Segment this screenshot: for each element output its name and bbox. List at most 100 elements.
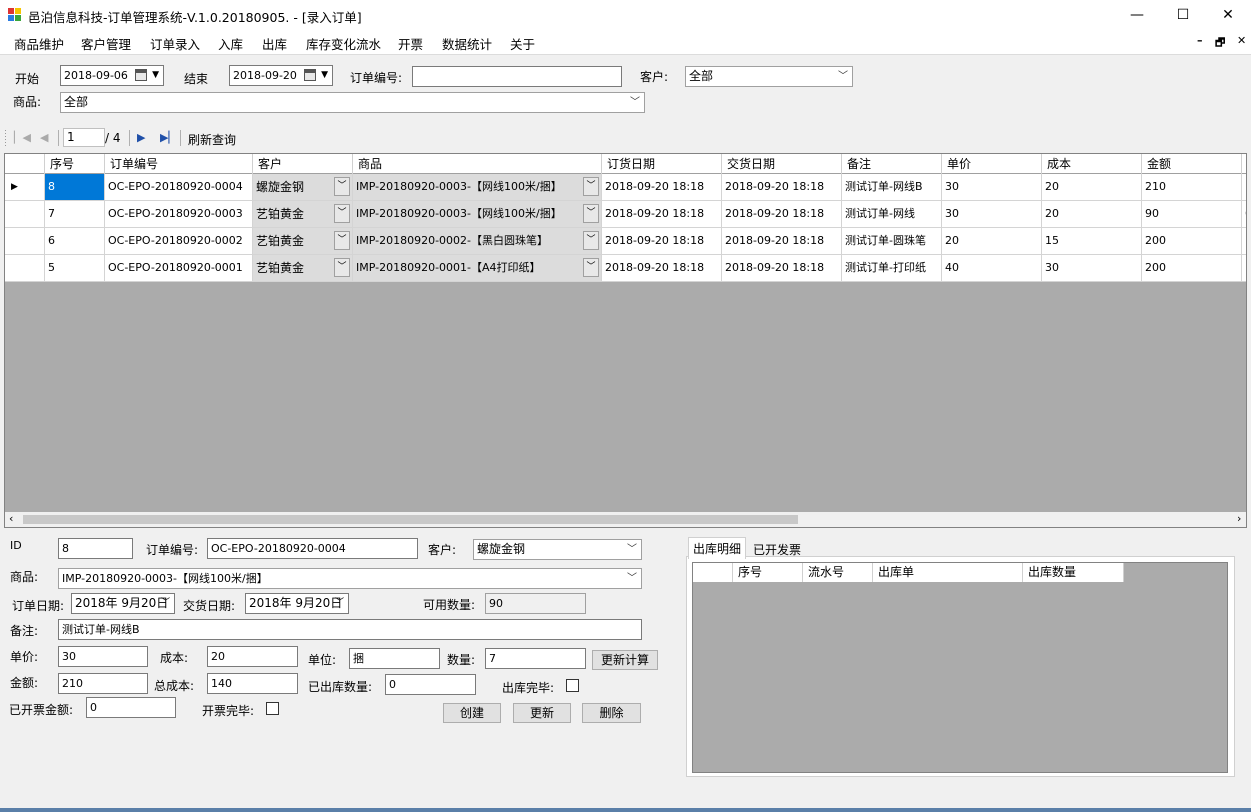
- col-header-cost[interactable]: 成本: [1042, 154, 1142, 174]
- product-filter-select[interactable]: 全部 ﹀: [60, 92, 645, 113]
- create-button[interactable]: 创建: [443, 703, 501, 723]
- col-header-shipped-qty[interactable]: 出库数量: [1023, 563, 1124, 582]
- col-header-serial-no[interactable]: 流水号: [803, 563, 873, 582]
- invoiced-amount-input[interactable]: 0: [86, 697, 176, 718]
- cell-seq[interactable]: 6: [45, 228, 105, 255]
- chevron-down-icon[interactable]: ﹀: [334, 231, 350, 250]
- menu-statistics[interactable]: 数据统计: [442, 34, 492, 53]
- note-input[interactable]: 测试订单-网线B: [58, 619, 642, 640]
- cell-product-combo[interactable]: IMP-20180920-0002-【黑白圆珠笔】 ﹀: [353, 228, 602, 255]
- cell-seq[interactable]: 8: [45, 174, 105, 201]
- move-last-icon[interactable]: ▶▏: [160, 131, 177, 144]
- cell-order-date[interactable]: 2018-09-20 18:18: [602, 174, 722, 201]
- invoice-done-checkbox[interactable]: [266, 702, 279, 715]
- cell-product-combo[interactable]: IMP-20180920-0003-【网线100米/捆】 ﹀: [353, 201, 602, 228]
- col-header-customer[interactable]: 客户: [253, 154, 353, 174]
- move-first-icon[interactable]: ▏◀: [14, 131, 31, 144]
- cell-price[interactable]: 30: [942, 201, 1042, 228]
- chevron-down-icon[interactable]: ﹀: [334, 258, 350, 277]
- col-header-seq[interactable]: 序号: [45, 154, 105, 174]
- cell-customer-combo[interactable]: 艺铂黄金 ﹀: [253, 255, 353, 282]
- cell-note[interactable]: 测试订单-网线: [842, 201, 942, 228]
- table-row[interactable]: 6 OC-EPO-20180920-0002 艺铂黄金 ﹀ IMP-2018092…: [5, 228, 1246, 255]
- amount-input[interactable]: 210: [58, 673, 148, 694]
- delivery-date-picker[interactable]: 2018年 9月20日 ﹀: [245, 593, 349, 614]
- col-header-delivery-date[interactable]: 交货日期: [722, 154, 842, 174]
- cell-amount[interactable]: 200: [1142, 255, 1242, 282]
- product-select[interactable]: IMP-20180920-0003-【网线100米/捆】 ﹀: [58, 568, 642, 589]
- qty-input[interactable]: 7: [485, 648, 586, 669]
- col-header-amount[interactable]: 金额: [1142, 154, 1242, 174]
- cell-cost[interactable]: 20: [1042, 174, 1142, 201]
- cell-order-date[interactable]: 2018-09-20 18:18: [602, 255, 722, 282]
- position-input[interactable]: 1: [63, 128, 105, 147]
- update-button[interactable]: 更新: [513, 703, 571, 723]
- refresh-query-button[interactable]: 刷新查询: [188, 131, 236, 148]
- chevron-down-icon[interactable]: ﹀: [583, 231, 599, 250]
- customer-select[interactable]: 螺旋金钢 ﹀: [473, 539, 642, 560]
- col-header-product[interactable]: 商品: [353, 154, 602, 174]
- cell-delivery-date[interactable]: 2018-09-20 18:18: [722, 174, 842, 201]
- horizontal-scrollbar[interactable]: ‹ ›: [4, 512, 1247, 528]
- cell-seq[interactable]: 5: [45, 255, 105, 282]
- cell-delivery-date[interactable]: 2018-09-20 18:18: [722, 228, 842, 255]
- minimize-button[interactable]: —: [1114, 0, 1160, 30]
- cell-overflow[interactable]: 6: [1242, 201, 1246, 228]
- cell-overflow[interactable]: 1: [1242, 228, 1246, 255]
- tab-issued-invoices[interactable]: 已开发票: [749, 539, 805, 560]
- cell-note[interactable]: 测试订单-圆珠笔: [842, 228, 942, 255]
- col-header-shipment-doc[interactable]: 出库单: [873, 563, 1023, 582]
- cell-cost[interactable]: 15: [1042, 228, 1142, 255]
- col-header-order-date[interactable]: 订货日期: [602, 154, 722, 174]
- cell-delivery-date[interactable]: 2018-09-20 18:18: [722, 255, 842, 282]
- tab-shipment-details[interactable]: 出库明细: [688, 537, 747, 559]
- delete-button[interactable]: 删除: [582, 703, 641, 723]
- cell-order-no[interactable]: OC-EPO-20180920-0003: [105, 201, 253, 228]
- order-no-filter-input[interactable]: [412, 66, 622, 87]
- chevron-down-icon[interactable]: ﹀: [583, 258, 599, 277]
- start-date-picker[interactable]: 2018-09-06 ▼: [60, 65, 164, 86]
- menu-about[interactable]: 关于: [510, 34, 535, 53]
- cost-input[interactable]: 20: [207, 646, 298, 667]
- row-selector[interactable]: [5, 201, 45, 228]
- chevron-down-icon[interactable]: ﹀: [583, 177, 599, 196]
- cell-amount[interactable]: 210: [1142, 174, 1242, 201]
- cell-customer-combo[interactable]: 艺铂黄金 ﹀: [253, 228, 353, 255]
- cell-cost[interactable]: 30: [1042, 255, 1142, 282]
- chevron-down-icon[interactable]: ﹀: [583, 204, 599, 223]
- cell-product-combo[interactable]: IMP-20180920-0003-【网线100米/捆】 ﹀: [353, 174, 602, 201]
- mdi-minimize-button[interactable]: –: [1197, 34, 1203, 47]
- close-button[interactable]: ✕: [1205, 0, 1251, 30]
- cell-note[interactable]: 测试订单-打印纸: [842, 255, 942, 282]
- move-previous-icon[interactable]: ◀: [40, 131, 48, 144]
- cell-customer-combo[interactable]: 艺铂黄金 ﹀: [253, 201, 353, 228]
- cell-amount[interactable]: 200: [1142, 228, 1242, 255]
- row-selector[interactable]: [5, 255, 45, 282]
- table-row[interactable]: 5 OC-EPO-20180920-0001 艺铂黄金 ﹀ IMP-2018092…: [5, 255, 1246, 282]
- table-row[interactable]: 7 OC-EPO-20180920-0003 艺铂黄金 ﹀ IMP-2018092…: [5, 201, 1246, 228]
- mdi-restore-button[interactable]: 🗗: [1215, 34, 1225, 53]
- menu-invoicing[interactable]: 开票: [398, 34, 423, 53]
- end-date-picker[interactable]: 2018-09-20 ▼: [229, 65, 333, 86]
- shipped-qty-input[interactable]: 0: [385, 674, 476, 695]
- menu-inventory-flow[interactable]: 库存变化流水: [306, 34, 381, 53]
- recalculate-button[interactable]: 更新计算: [592, 650, 658, 670]
- cell-overflow[interactable]: 1: [1242, 255, 1246, 282]
- cell-overflow[interactable]: 1: [1242, 174, 1246, 201]
- cell-order-date[interactable]: 2018-09-20 18:18: [602, 228, 722, 255]
- scroll-right-icon[interactable]: ›: [1237, 512, 1241, 525]
- cell-delivery-date[interactable]: 2018-09-20 18:18: [722, 201, 842, 228]
- maximize-button[interactable]: ☐: [1160, 0, 1206, 30]
- cell-order-no[interactable]: OC-EPO-20180920-0002: [105, 228, 253, 255]
- cell-customer-combo[interactable]: 螺旋金钢 ﹀: [253, 174, 353, 201]
- chevron-down-icon[interactable]: ﹀: [334, 204, 350, 223]
- customer-filter-select[interactable]: 全部 ﹀: [685, 66, 853, 87]
- menu-stock-in[interactable]: 入库: [218, 34, 243, 53]
- cell-seq[interactable]: 7: [45, 201, 105, 228]
- col-header-order-no[interactable]: 订单编号: [105, 154, 253, 174]
- cell-price[interactable]: 30: [942, 174, 1042, 201]
- col-header-note[interactable]: 备注: [842, 154, 942, 174]
- cell-cost[interactable]: 20: [1042, 201, 1142, 228]
- menu-product-maintenance[interactable]: 商品维护: [14, 34, 64, 53]
- menu-customer-management[interactable]: 客户管理: [81, 34, 131, 53]
